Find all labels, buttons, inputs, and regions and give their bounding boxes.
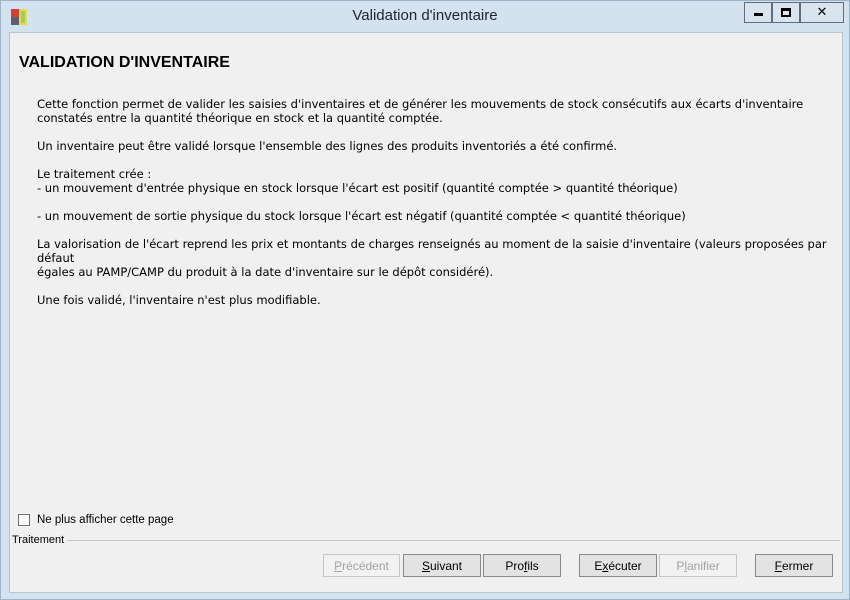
maximize-button[interactable] [772,2,800,23]
description-line: Un inventaire peut être validé lorsque l… [37,139,618,153]
description-text: Cette fonction permet de valider les sai… [37,97,832,307]
close-icon: ✕ [816,5,828,20]
dont-show-again-label[interactable]: Ne plus afficher cette page [37,514,174,526]
maximize-icon [781,8,791,17]
dialog-content: VALIDATION D'INVENTAIRE Cette fonction p… [9,32,843,593]
page-title: VALIDATION D'INVENTAIRE [19,54,230,71]
group-divider [65,540,840,541]
close-window-button[interactable]: ✕ [800,2,844,23]
description-line: Une fois validé, l'inventaire n'est plus… [37,293,321,307]
title-bar[interactable]: Validation d'inventaire ✕ [1,1,849,31]
description-line: La valorisation de l'écart reprend les p… [37,237,827,265]
close-button[interactable]: Fermer [755,554,833,577]
app-window: Validation d'inventaire ✕ VALIDATION D'I… [0,0,850,600]
dont-show-again-checkbox[interactable] [18,514,30,526]
execute-button[interactable]: Ex écuter [579,554,657,577]
description-line: - un mouvement d'entrée physique en stoc… [37,181,678,195]
description-line: Cette fonction permet de valider les sai… [37,97,804,111]
dont-show-again-option[interactable]: Ne plus afficher cette page [18,514,174,526]
description-line: Le traitement crée : [37,167,152,181]
window-title: Validation d'inventaire [352,7,498,24]
description-line: - un mouvement de sortie physique du sto… [37,209,686,223]
description-line: égales au PAMP/CAMP du produit à la date… [37,265,494,279]
description-line: constatés entre la quantité théorique en… [37,111,443,125]
previous-button[interactable]: Précédent [323,554,400,577]
plan-button[interactable]: Pl anifier [659,554,737,577]
minimize-button[interactable] [744,2,772,23]
minimize-icon [753,13,763,16]
profiles-button[interactable]: Pro f ils [483,554,561,577]
group-label: Traitement [12,534,68,546]
next-button[interactable]: Suivant [403,554,481,577]
